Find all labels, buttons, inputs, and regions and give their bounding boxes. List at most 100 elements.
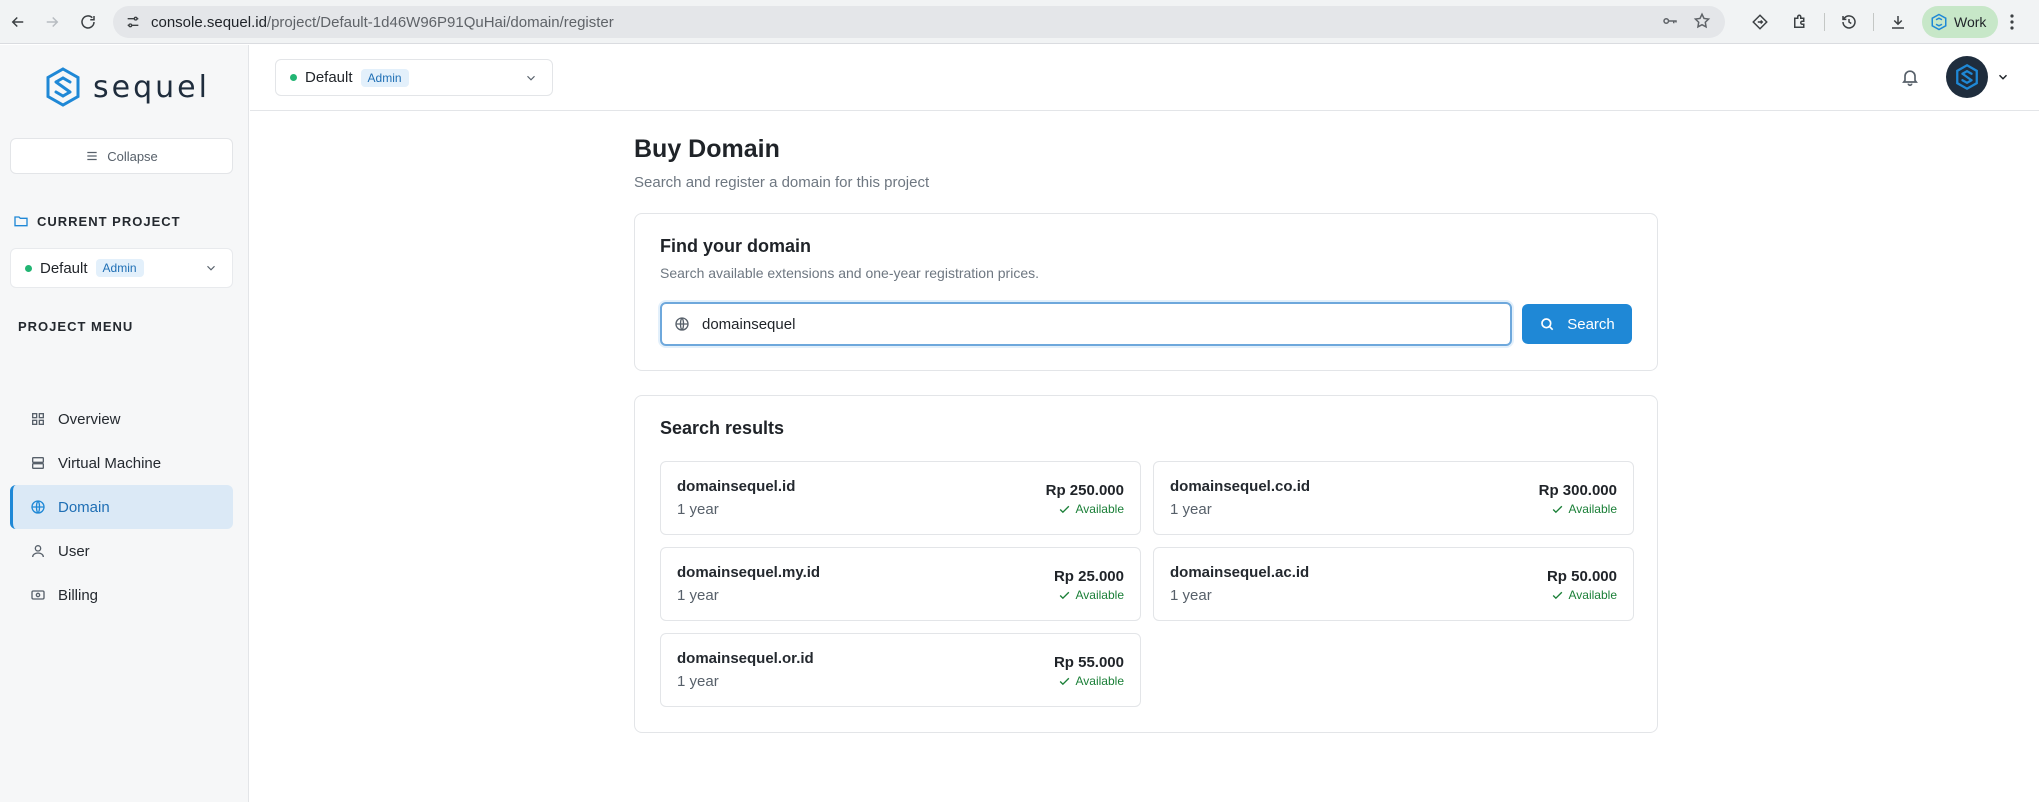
user-icon xyxy=(32,545,44,558)
domain-result-card[interactable]: domainsequel.co.id 1 year Rp 300.000 Ava… xyxy=(1153,461,1634,535)
downloads-button[interactable] xyxy=(1878,4,1918,40)
check-icon xyxy=(1552,591,1562,599)
domain-result-card[interactable]: domainsequel.ac.id 1 year Rp 50.000 Avai… xyxy=(1153,547,1634,621)
search-icon xyxy=(1541,318,1554,331)
top-project-select[interactable]: Default Admin xyxy=(275,59,553,96)
availability-label: Available xyxy=(1568,588,1617,602)
status-dot xyxy=(290,74,297,81)
search-results-title: Search results xyxy=(660,418,785,438)
find-domain-card: Find your domain Search available extens… xyxy=(634,213,1658,371)
bookmark-star-icon[interactable] xyxy=(1693,12,1711,30)
domain-price: Rp 55.000 xyxy=(1053,654,1124,671)
chevron-down-icon xyxy=(527,75,535,81)
password-key-icon[interactable] xyxy=(1661,12,1679,30)
find-domain-title: Find your domain xyxy=(660,236,811,256)
sidebar-item-billing[interactable]: Billing xyxy=(10,573,233,617)
search-results-card: Search results domainsequel.id 1 year Rp… xyxy=(634,395,1658,733)
forward-button[interactable] xyxy=(34,4,70,40)
reload-button[interactable] xyxy=(70,4,106,40)
domain-result-card[interactable]: domainsequel.id 1 year Rp 250.000 Availa… xyxy=(660,461,1141,535)
results-grid: domainsequel.id 1 year Rp 250.000 Availa… xyxy=(660,461,1634,707)
sequel-logo-icon xyxy=(46,67,80,107)
availability-label: Available xyxy=(1075,502,1124,516)
domain-search-input[interactable] xyxy=(702,315,1510,333)
project-menu: Overview Virtual Machine Domain User Bil… xyxy=(10,397,233,617)
domain-price: Rp 300.000 xyxy=(1538,482,1617,499)
role-badge: Admin xyxy=(95,259,144,277)
site-settings-icon[interactable] xyxy=(125,14,141,30)
domain-result-card[interactable]: domainsequel.my.id 1 year Rp 25.000 Avai… xyxy=(660,547,1141,621)
current-project-heading: CURRENT PROJECT xyxy=(13,213,181,229)
reload-icon xyxy=(81,15,95,29)
browser-menu-button[interactable] xyxy=(1998,14,2026,30)
availability-status: Available xyxy=(1058,674,1124,688)
domain-result-card[interactable]: domainsequel.or.id 1 year Rp 55.000 Avai… xyxy=(660,633,1141,707)
server-icon xyxy=(32,457,44,469)
billing-icon xyxy=(31,590,45,600)
url-text: console.sequel.id/project/Default-1d46W9… xyxy=(151,13,614,31)
puzzle-icon xyxy=(1794,14,1805,28)
availability-label: Available xyxy=(1075,674,1124,688)
sidebar-item-label: Domain xyxy=(58,498,110,516)
back-button[interactable] xyxy=(0,4,36,40)
sidebar-item-overview[interactable]: Overview xyxy=(10,397,233,441)
sidebar-item-label: User xyxy=(58,542,90,560)
avatar[interactable] xyxy=(1946,56,1988,98)
profile-label: Work xyxy=(1954,14,1987,30)
domain-price: Rp 50.000 xyxy=(1546,568,1617,585)
globe-icon xyxy=(675,317,689,331)
availability-status: Available xyxy=(1551,588,1617,602)
app: sequel Collapse CURRENT PROJECT Default … xyxy=(0,45,2039,802)
domain-price: Rp 250.000 xyxy=(1045,482,1124,499)
sequel-logo-icon xyxy=(1956,64,1978,90)
diamond-arrow-icon xyxy=(1752,14,1768,30)
chevron-down-icon[interactable] xyxy=(1996,70,2010,84)
sidebar-item-domain[interactable]: Domain xyxy=(10,485,233,529)
download-icon xyxy=(1892,16,1904,29)
globe-icon xyxy=(31,500,45,514)
availability-status: Available xyxy=(1058,588,1124,602)
domain-search-field[interactable] xyxy=(660,302,1512,346)
extensions-button[interactable] xyxy=(1780,4,1820,40)
sidebar-item-label: Overview xyxy=(58,410,121,428)
status-dot xyxy=(25,264,32,272)
sidebar-item-virtual-machine[interactable]: Virtual Machine xyxy=(10,441,233,485)
page-title: Buy Domain xyxy=(634,135,780,163)
availability-status: Available xyxy=(1058,502,1124,516)
sidebar: sequel Collapse CURRENT PROJECT Default … xyxy=(0,45,249,802)
check-icon xyxy=(1059,677,1069,685)
project-menu-heading: PROJECT MENU xyxy=(18,319,133,334)
notification-bell-icon[interactable] xyxy=(1900,67,1920,87)
grid-icon xyxy=(31,413,44,425)
domain-price: Rp 25.000 xyxy=(1053,568,1124,585)
find-domain-subtitle: Search available extensions and one-year… xyxy=(660,265,1039,281)
more-vertical-icon xyxy=(2010,14,2015,30)
project-name: Default xyxy=(40,259,88,277)
menu-lines-icon xyxy=(87,151,97,161)
toolbar-divider xyxy=(1824,13,1825,31)
sidebar-item-label: Billing xyxy=(58,586,99,604)
sequel-logo-icon xyxy=(1931,13,1947,31)
search-button-label: Search xyxy=(1567,315,1615,333)
arrow-left-icon xyxy=(11,16,24,28)
address-bar[interactable]: console.sequel.id/project/Default-1d46W9… xyxy=(113,6,1725,38)
project-name: Default xyxy=(305,69,353,86)
current-project-heading-text: CURRENT PROJECT xyxy=(37,213,181,229)
sidebar-item-label: Virtual Machine xyxy=(58,454,162,472)
role-badge: Admin xyxy=(360,68,409,87)
collapse-label: Collapse xyxy=(107,148,158,164)
page-subtitle: Search and register a domain for this pr… xyxy=(634,174,930,191)
collapse-button[interactable]: Collapse xyxy=(10,138,233,174)
logo[interactable]: sequel xyxy=(45,67,210,107)
arrow-right-icon xyxy=(46,16,59,28)
translate-button[interactable] xyxy=(1740,4,1780,40)
main-content: Buy Domain Search and register a domain … xyxy=(634,135,1658,733)
sidebar-project-select[interactable]: Default Admin xyxy=(10,248,233,288)
folder-icon xyxy=(14,216,28,227)
check-icon xyxy=(1059,505,1069,513)
history-button[interactable] xyxy=(1829,4,1869,40)
profile-button[interactable]: Work xyxy=(1922,6,1999,38)
check-icon xyxy=(1552,505,1562,513)
sidebar-item-user[interactable]: User xyxy=(10,529,233,573)
search-button[interactable]: Search xyxy=(1522,304,1632,344)
